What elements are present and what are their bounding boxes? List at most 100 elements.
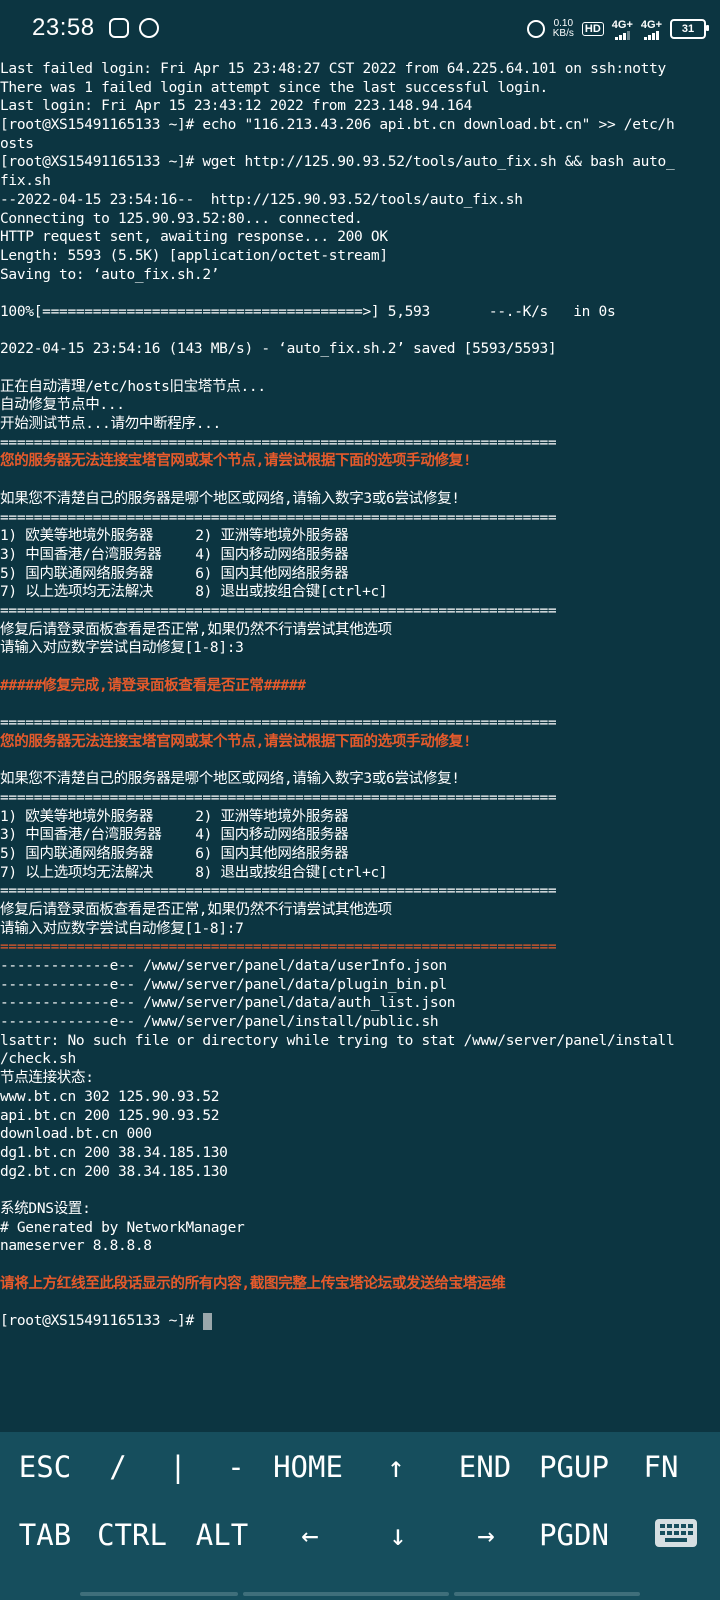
terminal-line: There was 1 failed login attempt since t…: [0, 79, 548, 96]
terminal-line: -------------e-- /www/server/panel/data/…: [0, 995, 456, 1012]
terminal-line: Length: 5593 (5.5K) [application/octet-s…: [0, 247, 388, 264]
terminal-line: -------------e-- /www/server/panel/data/…: [0, 976, 447, 993]
terminal-line: 如果您不清楚自己的服务器是哪个地区或网络,请输入数字3或6尝试修复!: [0, 490, 460, 507]
terminal-line: api.bt.cn 200 125.90.93.52: [0, 1107, 220, 1124]
network-speed: 0.10 KB/s: [553, 19, 574, 39]
key-left-arrow[interactable]: ←: [301, 1518, 318, 1552]
extra-keys-bar: [0, 1432, 720, 1600]
key-alt[interactable]: ALT: [196, 1518, 248, 1552]
terminal-line: #####修复完成,请登录面板查看是否正常#####: [0, 677, 306, 694]
terminal-line: osts: [0, 135, 34, 152]
hd-voice-icon: HD: [581, 22, 604, 36]
status-bar: 23:58 0.10 KB/s HD 4G+ 4G+ 31: [0, 0, 720, 58]
terminal-line: Saving to: ‘auto_fix.sh.2’: [0, 266, 220, 283]
terminal-line: Last login: Fri Apr 15 23:43:12 2022 fro…: [0, 98, 473, 115]
scrollbar-segment-1[interactable]: [80, 1592, 238, 1596]
terminal-line: www.bt.cn 302 125.90.93.52: [0, 1088, 220, 1105]
terminal-line: 节点连接状态:: [0, 1070, 94, 1087]
terminal-output[interactable]: Last failed login: Fri Apr 15 23:48:27 C…: [0, 60, 720, 1331]
terminal-line: 1) 欧美等地境外服务器 2) 亚洲等地境外服务器: [0, 528, 349, 545]
key-ctrl[interactable]: CTRL: [97, 1518, 167, 1552]
text-cursor: [203, 1312, 213, 1330]
status-icons: 0.10 KB/s HD 4G+ 4G+ 31: [526, 15, 709, 43]
terminal-line: [root@XS15491165133 ~]# wget http://125.…: [0, 154, 675, 171]
terminal-lines: Last failed login: Fri Apr 15 23:48:27 C…: [0, 60, 720, 1312]
key-pipe[interactable]: |: [169, 1450, 186, 1484]
terminal-line: ========================================…: [0, 715, 557, 732]
key-esc[interactable]: ESC: [19, 1450, 71, 1484]
terminal-line: Connecting to 125.90.93.52:80... connect…: [0, 210, 363, 227]
key-right-arrow[interactable]: →: [477, 1518, 494, 1552]
clock: 23:58: [32, 14, 95, 41]
terminal-line: 如果您不清楚自己的服务器是哪个地区或网络,请输入数字3或6尝试修复!: [0, 771, 460, 788]
terminal-line: 5) 国内联通网络服务器 6) 国内其他网络服务器: [0, 565, 349, 582]
terminal-line: ========================================…: [0, 789, 557, 806]
terminal-line: # Generated by NetworkManager: [0, 1219, 245, 1236]
terminal-line: --2022-04-15 23:54:16-- http://125.90.93…: [0, 191, 523, 208]
terminal-line: 修复后请登录面板查看是否正常,如果仍然不行请尝试其他选项: [0, 901, 392, 918]
terminal-line: dg1.bt.cn 200 38.34.185.130: [0, 1144, 228, 1161]
terminal-line: 7) 以上选项均无法解决 8) 退出或按组合键[ctrl+c]: [0, 864, 388, 881]
terminal-line: HTTP request sent, awaiting response... …: [0, 229, 388, 246]
terminal-line: -------------e-- /www/server/panel/insta…: [0, 1014, 439, 1031]
terminal-line: 系统DNS设置:: [0, 1200, 91, 1217]
prompt-line[interactable]: [root@XS15491165133 ~]#: [0, 1312, 720, 1331]
app-notification-icon: [109, 18, 129, 38]
key-down-arrow[interactable]: ↓: [389, 1518, 406, 1552]
terminal-line: ========================================…: [0, 939, 557, 956]
terminal-line: 请输入对应数字尝试自动修复[1-8]:7: [0, 920, 244, 937]
signal-2-icon: 4G+: [641, 19, 662, 40]
terminal-line: ========================================…: [0, 509, 557, 526]
key-end[interactable]: END: [459, 1450, 511, 1484]
key-tab[interactable]: TAB: [19, 1518, 71, 1552]
terminal-line: 3) 中国香港/台湾服务器 4) 国内移动网络服务器: [0, 546, 349, 563]
terminal-line: [root@XS15491165133 ~]# echo "116.213.43…: [0, 117, 675, 134]
scrollbar-segment-3[interactable]: [454, 1592, 640, 1596]
hd-label: HD: [584, 23, 601, 35]
signal-2-label: 4G+: [640, 18, 662, 31]
keyboard-toggle-icon[interactable]: [655, 1519, 697, 1547]
terminal-line: 自动修复节点中...: [0, 397, 125, 414]
key-pgup[interactable]: PGUP: [539, 1450, 609, 1484]
terminal-line: -------------e-- /www/server/panel/data/…: [0, 958, 447, 974]
terminal-line: 3) 中国香港/台湾服务器 4) 国内移动网络服务器: [0, 827, 349, 844]
key-pgdn[interactable]: PGDN: [539, 1518, 609, 1552]
key-home[interactable]: HOME: [273, 1450, 343, 1484]
key-fn[interactable]: FN: [644, 1450, 679, 1484]
key-dash[interactable]: -: [227, 1450, 244, 1484]
terminal-line: 您的服务器无法连接宝塔官网或某个节点,请尝试根据下面的选项手动修复!: [0, 733, 472, 750]
terminal-line: 修复后请登录面板查看是否正常,如果仍然不行请尝试其他选项: [0, 621, 392, 638]
signal-1-icon: 4G+: [612, 19, 633, 40]
terminal-line: 请将上方红线至此段话显示的所有内容,截图完整上传宝塔论坛或发送给宝塔运维: [0, 1275, 506, 1292]
terminal-line: dg2.bt.cn 200 38.34.185.130: [0, 1163, 228, 1180]
shell-prompt: [root@XS15491165133 ~]#: [0, 1313, 203, 1330]
terminal-line: 1) 欧美等地境外服务器 2) 亚洲等地境外服务器: [0, 808, 349, 825]
terminal-line: download.bt.cn 000: [0, 1126, 152, 1143]
terminal-line: 开始测试节点...请勿中断程序...: [0, 416, 221, 433]
terminal-line: ========================================…: [0, 883, 557, 900]
terminal-line: 您的服务器无法连接宝塔官网或某个节点,请尝试根据下面的选项手动修复!: [0, 453, 472, 470]
terminal-line: fix.sh: [0, 173, 51, 190]
terminal-line: lsattr: No such file or directory while …: [0, 1032, 675, 1049]
key-up-arrow[interactable]: ↑: [387, 1450, 404, 1484]
battery-level: 31: [681, 23, 695, 35]
battery-icon: 31: [670, 19, 709, 39]
key-slash[interactable]: /: [109, 1450, 126, 1484]
terminal-line: 7) 以上选项均无法解决 8) 退出或按组合键[ctrl+c]: [0, 584, 388, 601]
terminal-line: ========================================…: [0, 602, 557, 619]
scrollbar-segment-2[interactable]: [243, 1592, 449, 1596]
terminal-line: 100%[===================================…: [0, 303, 616, 320]
terminal-line: ========================================…: [0, 434, 557, 451]
terminal-line: 5) 国内联通网络服务器 6) 国内其他网络服务器: [0, 845, 349, 862]
terminal-line: nameserver 8.8.8.8: [0, 1238, 152, 1255]
app-notification-icon-2: [139, 18, 159, 38]
